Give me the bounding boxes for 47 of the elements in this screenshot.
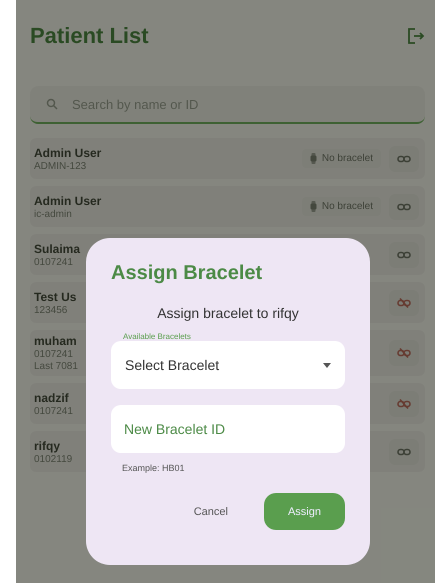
assign-button[interactable] [389,146,419,172]
patient-name: muham [34,334,77,348]
link-off-icon [397,348,411,358]
patient-name: rifqy [34,438,60,452]
link-off-icon [397,398,411,408]
assign-button[interactable] [389,242,419,268]
link-icon [397,250,411,260]
link-icon [397,154,411,164]
assign-button[interactable] [389,194,419,220]
dialog-message: Assign bracelet to rifqy [156,305,300,321]
assign-button[interactable] [389,438,419,464]
page-title: Patient List [30,23,149,49]
cancel-button[interactable]: Cancel [174,493,248,530]
patient-id: ic-admin [34,208,72,220]
search-icon [46,98,58,110]
caret-icon [323,362,331,368]
bracelet-id-field[interactable]: New Bracelet ID [111,405,345,453]
assign-button[interactable]: Assign [264,493,345,530]
watch-icon [310,153,317,164]
unassign-button[interactable] [389,390,419,416]
patient-name: Test Us [34,290,76,304]
bracelet-label: No bracelet [322,153,373,164]
patient-id: 0107241 [34,256,73,268]
patient-id: 0107241 [34,406,73,416]
patient-id: Last 7081 [34,361,78,372]
patient-name: Sulaima [34,242,80,256]
field-label: Available Bracelets [123,332,191,341]
link-off-icon [397,298,411,308]
logout-icon[interactable] [407,27,425,45]
watch-icon [310,201,317,212]
link-icon [397,446,411,456]
helper-text: Example: HB01 [122,463,186,473]
patient-name: Admin User [34,194,102,208]
patient-id: 0102119 [34,454,72,464]
link-icon [397,202,411,212]
unassign-button[interactable] [389,340,419,366]
patient-id: 0107241 [34,349,73,360]
patient-name: nadzif [34,390,69,404]
bracelet-label: No bracelet [322,201,373,212]
patient-name: Admin User [34,146,102,160]
dialog-title: Assign Bracelet [111,262,264,285]
dropdown-value: Select Bracelet [125,357,220,373]
patient-card[interactable]: Admin User ic-admin No bracelet [30,186,425,227]
patient-id: 123456 [34,304,68,316]
patient-id: ADMIN-123 [34,160,86,172]
unassign-button[interactable] [389,290,419,316]
patient-card[interactable]: Admin User ADMIN-123 No bracelet [30,138,425,179]
